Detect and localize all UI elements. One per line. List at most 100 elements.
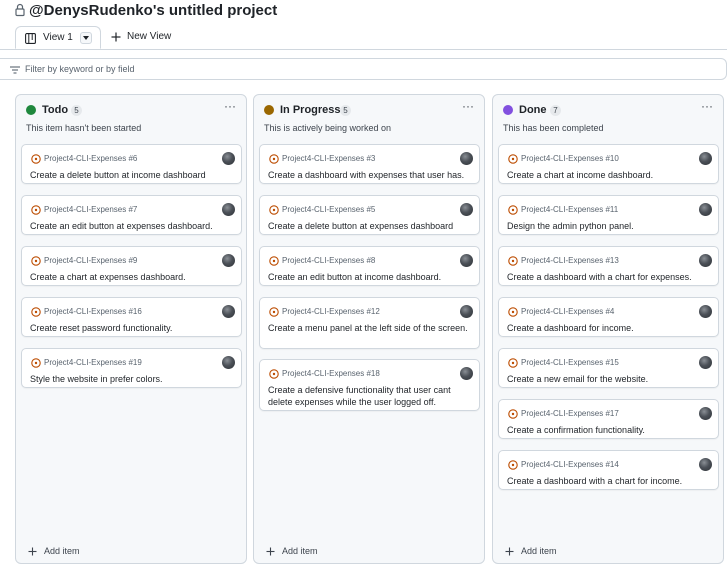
user-avatar[interactable] xyxy=(699,458,712,471)
card-repo-link[interactable]: Project4-CLI-Expenses #8 xyxy=(282,255,375,266)
card-repo-link[interactable]: Project4-CLI-Expenses #13 xyxy=(521,255,619,266)
card-repo-link[interactable]: Project4-CLI-Expenses #4 xyxy=(521,306,614,317)
card-title[interactable]: Design the admin python panel. xyxy=(507,220,712,232)
card-repo-link[interactable]: Project4-CLI-Expenses #6 xyxy=(44,153,137,164)
user-avatar[interactable] xyxy=(699,203,712,216)
card-title[interactable]: Style the website in prefer colors. xyxy=(30,373,235,385)
card-repo-link[interactable]: Project4-CLI-Expenses #16 xyxy=(44,306,142,317)
card-item[interactable]: Project4-CLI-Expenses #13 Create a dashbo… xyxy=(498,246,719,286)
card-title[interactable]: Create reset password functionality. xyxy=(30,322,235,334)
card-title[interactable]: Create a dashboard for income. xyxy=(507,322,712,334)
issue-draft-icon xyxy=(508,460,518,470)
project-title: @DenysRudenko's untitled project xyxy=(29,2,278,19)
card-item[interactable]: Project4-CLI-Expenses #4 Create a dashboa… xyxy=(498,297,719,337)
card-title[interactable]: Create an edit button at expenses dashbo… xyxy=(30,220,235,232)
card-title[interactable]: Create a delete button at income dashboa… xyxy=(30,169,235,181)
project-board-icon xyxy=(25,33,36,44)
column-title: In Progress xyxy=(280,104,341,116)
user-avatar[interactable] xyxy=(222,203,235,216)
card-repo-link[interactable]: Project4-CLI-Expenses #19 xyxy=(44,357,142,368)
card-item[interactable]: Project4-CLI-Expenses #3 Create a dashboa… xyxy=(259,144,480,184)
add-item-label: Add item xyxy=(282,546,318,556)
kebab-horizontal-icon[interactable]: ··· xyxy=(222,100,238,114)
card-item[interactable]: Project4-CLI-Expenses #8 Create an edit b… xyxy=(259,246,480,286)
card-title[interactable]: Create a menu panel at the left side of … xyxy=(268,322,473,334)
card-item[interactable]: Project4-CLI-Expenses #6 Create a delete … xyxy=(21,144,242,184)
user-avatar[interactable] xyxy=(460,203,473,216)
user-avatar[interactable] xyxy=(460,152,473,165)
card-repo-link[interactable]: Project4-CLI-Expenses #10 xyxy=(521,153,619,164)
card-title[interactable]: Create a dashboard with a chart for inco… xyxy=(507,475,712,487)
card-title[interactable]: Create a chart at expenses dashboard. xyxy=(30,271,235,283)
kebab-horizontal-icon[interactable]: ··· xyxy=(699,100,715,114)
user-avatar[interactable] xyxy=(699,254,712,267)
view-options-button[interactable] xyxy=(80,32,92,44)
card-item[interactable]: Project4-CLI-Expenses #5 Create a delete … xyxy=(259,195,480,235)
card-title[interactable]: Create a dashboard with a chart for expe… xyxy=(507,271,712,283)
issue-draft-icon xyxy=(508,358,518,368)
tab-view-1[interactable]: View 1 xyxy=(15,26,101,49)
user-avatar[interactable] xyxy=(222,356,235,369)
column-count-badge: 5 xyxy=(340,105,351,116)
user-avatar[interactable] xyxy=(222,254,235,267)
card-repo-link[interactable]: Project4-CLI-Expenses #3 xyxy=(282,153,375,164)
card-item[interactable]: Project4-CLI-Expenses #9 Create a chart a… xyxy=(21,246,242,286)
card-item[interactable]: Project4-CLI-Expenses #15 Create a new em… xyxy=(498,348,719,388)
issue-draft-icon xyxy=(508,205,518,215)
card-repo-link[interactable]: Project4-CLI-Expenses #15 xyxy=(521,357,619,368)
card-title[interactable]: Create an edit button at income dashboar… xyxy=(268,271,473,283)
issue-draft-icon xyxy=(508,256,518,266)
card-item[interactable]: Project4-CLI-Expenses #16 Create reset pa… xyxy=(21,297,242,337)
card-item[interactable]: Project4-CLI-Expenses #12 Create a menu p… xyxy=(259,297,480,349)
user-avatar[interactable] xyxy=(460,367,473,380)
plus-icon xyxy=(28,547,37,556)
card-repo-link[interactable]: Project4-CLI-Expenses #17 xyxy=(521,408,619,419)
user-avatar[interactable] xyxy=(222,305,235,318)
user-avatar[interactable] xyxy=(699,152,712,165)
issue-draft-icon xyxy=(269,307,279,317)
card-repo-link[interactable]: Project4-CLI-Expenses #7 xyxy=(44,204,137,215)
card-repo-link[interactable]: Project4-CLI-Expenses #14 xyxy=(521,459,619,470)
card-title[interactable]: Create a delete button at expenses dashb… xyxy=(268,220,473,232)
card-title[interactable]: Create a confirmation functionality. xyxy=(507,424,712,436)
issue-draft-icon xyxy=(508,409,518,419)
card-item[interactable]: Project4-CLI-Expenses #19 Style the websi… xyxy=(21,348,242,388)
card-item[interactable]: Project4-CLI-Expenses #14 Create a dashbo… xyxy=(498,450,719,490)
issue-draft-icon xyxy=(31,358,41,368)
user-avatar[interactable] xyxy=(222,152,235,165)
status-dot xyxy=(503,105,513,115)
issue-draft-icon xyxy=(269,369,279,379)
card-title[interactable]: Create a dashboard with expenses that us… xyxy=(268,169,473,181)
card-item[interactable]: Project4-CLI-Expenses #7 Create an edit b… xyxy=(21,195,242,235)
card-repo-link[interactable]: Project4-CLI-Expenses #5 xyxy=(282,204,375,215)
filter-bar xyxy=(0,58,727,80)
user-avatar[interactable] xyxy=(699,407,712,420)
card-item[interactable]: Project4-CLI-Expenses #10 Create a chart … xyxy=(498,144,719,184)
user-avatar[interactable] xyxy=(460,305,473,318)
user-avatar[interactable] xyxy=(699,305,712,318)
card-repo-link[interactable]: Project4-CLI-Expenses #18 xyxy=(282,368,380,379)
card-title[interactable]: Create a new email for the website. xyxy=(507,373,712,385)
chevron-down-icon xyxy=(83,36,89,40)
column-title: Todo xyxy=(42,104,69,116)
card-repo-link[interactable]: Project4-CLI-Expenses #9 xyxy=(44,255,137,266)
card-repo-link[interactable]: Project4-CLI-Expenses #11 xyxy=(521,204,618,215)
card-repo-link[interactable]: Project4-CLI-Expenses #12 xyxy=(282,306,380,317)
issue-draft-icon xyxy=(269,205,279,215)
card-item[interactable]: Project4-CLI-Expenses #18 Create a defens… xyxy=(259,359,480,411)
card-item[interactable]: Project4-CLI-Expenses #11 Design the admi… xyxy=(498,195,719,235)
card-title[interactable]: Create a chart at income dashboard. xyxy=(507,169,712,181)
column-todo: Todo 5 ··· This item hasn't been started Pro… xyxy=(15,94,247,564)
add-item-label: Add item xyxy=(44,546,80,556)
card-item[interactable]: Project4-CLI-Expenses #17 Create a confir… xyxy=(498,399,719,439)
kebab-horizontal-icon[interactable]: ··· xyxy=(460,100,476,114)
user-avatar[interactable] xyxy=(699,356,712,369)
issue-draft-icon xyxy=(31,307,41,317)
filter-input[interactable] xyxy=(25,62,675,76)
view-tabs: View 1 New View xyxy=(0,26,727,50)
status-dot xyxy=(26,105,36,115)
plus-icon xyxy=(266,547,275,556)
user-avatar[interactable] xyxy=(460,254,473,267)
status-dot xyxy=(264,105,274,115)
card-title[interactable]: Create a defensive functionality that us… xyxy=(268,384,473,408)
